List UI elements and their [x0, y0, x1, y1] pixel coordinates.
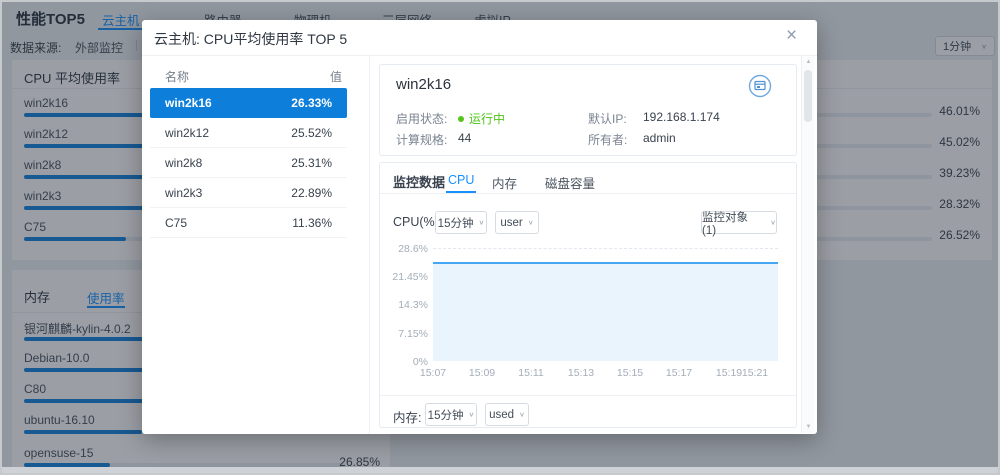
monitor-data-card: 监控数据 CPU 内存 磁盘容量 CPU(%): 15分钟∨ user∨ 监控对… — [379, 162, 797, 428]
spec-label: 计算规格: — [396, 131, 447, 148]
x-axis-tick: 15:15 — [605, 367, 655, 379]
scroll-down-icon[interactable]: ▼ — [802, 424, 815, 430]
ip-value: 192.168.1.174 — [643, 110, 720, 124]
window-chrome-bottom — [2, 467, 998, 473]
list-item-c75[interactable]: C75 11.36% — [150, 208, 347, 238]
list-header-name: 名称 — [165, 68, 189, 85]
monitor-objects-value: 监控对象 (1) — [702, 209, 765, 237]
cpu-interval-value: 15分钟 — [438, 215, 474, 231]
divider — [142, 55, 817, 56]
divider — [369, 55, 370, 434]
chevron-down-icon: ∨ — [519, 411, 525, 418]
chevron-down-icon: ∨ — [770, 219, 776, 226]
monitor-objects-select[interactable]: 监控对象 (1) ∨ — [701, 211, 777, 234]
status-dot-icon — [458, 116, 464, 122]
memory-metric-value: used — [489, 409, 514, 421]
list-item-win2k8[interactable]: win2k8 25.31% — [150, 148, 347, 178]
spec-value: 44 — [458, 131, 471, 145]
list-item-value: 22.89% — [291, 186, 332, 200]
monitor-tab-memory[interactable]: 内存 — [492, 173, 517, 192]
chevron-down-icon: ∨ — [528, 219, 534, 226]
divider — [380, 395, 796, 396]
x-axis-tick: 15:21 — [730, 367, 780, 379]
cpu-metric-value: user — [500, 217, 522, 229]
memory-metric-select[interactable]: used ∨ — [485, 403, 529, 426]
status-badge: 运行中 — [458, 110, 505, 128]
list-item-value: 25.52% — [291, 126, 332, 140]
list-item-value: 11.36% — [292, 216, 332, 230]
owner-value: admin — [643, 131, 676, 145]
host-name: win2k16 — [396, 76, 451, 93]
close-icon[interactable]: × — [786, 28, 797, 44]
modal-title: 云主机: CPU平均使用率 TOP 5 — [154, 29, 347, 49]
list-item-win2k12[interactable]: win2k12 25.52% — [150, 118, 347, 148]
list-item-win2k16[interactable]: win2k16 26.33% — [150, 88, 347, 118]
scroll-up-icon[interactable]: ▲ — [802, 59, 815, 65]
x-axis-tick: 15:07 — [408, 367, 458, 379]
list-item-name: C75 — [165, 216, 187, 230]
memory-metric-label: 内存: — [393, 407, 421, 426]
divider — [380, 193, 796, 194]
y-axis-tick: 28.6% — [382, 243, 428, 255]
list-item-name: win2k16 — [165, 96, 212, 110]
gridline — [433, 248, 778, 249]
list-header-value: 值 — [292, 68, 342, 85]
x-axis-tick: 15:09 — [457, 367, 507, 379]
chevron-down-icon: ∨ — [468, 411, 474, 418]
monitor-section-label: 监控数据 — [393, 172, 445, 191]
memory-interval-select[interactable]: 15分钟 ∨ — [425, 403, 477, 426]
console-icon[interactable] — [748, 74, 772, 98]
y-axis-tick: 7.15% — [382, 328, 428, 340]
status-text: 运行中 — [469, 112, 505, 126]
y-axis-tick: 21.45% — [382, 271, 428, 283]
x-axis-tick: 15:11 — [506, 367, 556, 379]
modal-scrollbar[interactable]: ▲ ▼ — [801, 56, 814, 433]
list-item-name: win2k8 — [165, 156, 202, 170]
monitor-tab-cpu[interactable]: CPU — [448, 173, 474, 187]
scrollbar-thumb[interactable] — [804, 70, 812, 122]
list-item-name: win2k12 — [165, 126, 209, 140]
list-item-value: 25.31% — [291, 156, 332, 170]
list-item-name: win2k3 — [165, 186, 202, 200]
x-axis-tick: 15:17 — [654, 367, 704, 379]
memory-interval-value: 15分钟 — [428, 407, 464, 423]
app-window: 性能TOP5 云主机 路由器 物理机 三层网络 虚拟IP 数据来源: 外部监控 … — [0, 0, 1000, 475]
chart-area-fill — [433, 262, 778, 361]
y-axis-tick: 14.3% — [382, 299, 428, 311]
x-axis-tick: 15:13 — [556, 367, 606, 379]
cpu-usage-chart[interactable] — [433, 248, 778, 361]
status-label: 启用状态: — [396, 110, 447, 127]
list-item-win2k3[interactable]: win2k3 22.89% — [150, 178, 347, 208]
cpu-interval-select[interactable]: 15分钟 ∨ — [435, 211, 487, 234]
list-item-value: 26.33% — [291, 96, 332, 110]
owner-label: 所有者: — [588, 131, 627, 148]
chevron-down-icon: ∨ — [478, 219, 484, 226]
cpu-top5-modal: 云主机: CPU平均使用率 TOP 5 × 名称 值 win2k16 26.33… — [142, 20, 817, 434]
cpu-metric-select[interactable]: user ∨ — [495, 211, 539, 234]
ip-label: 默认IP: — [588, 110, 627, 127]
monitor-tab-disk[interactable]: 磁盘容量 — [545, 173, 595, 192]
host-detail-card: win2k16 启用状态: 运行中 默认IP: 192.168.1.174 计算… — [379, 64, 797, 156]
